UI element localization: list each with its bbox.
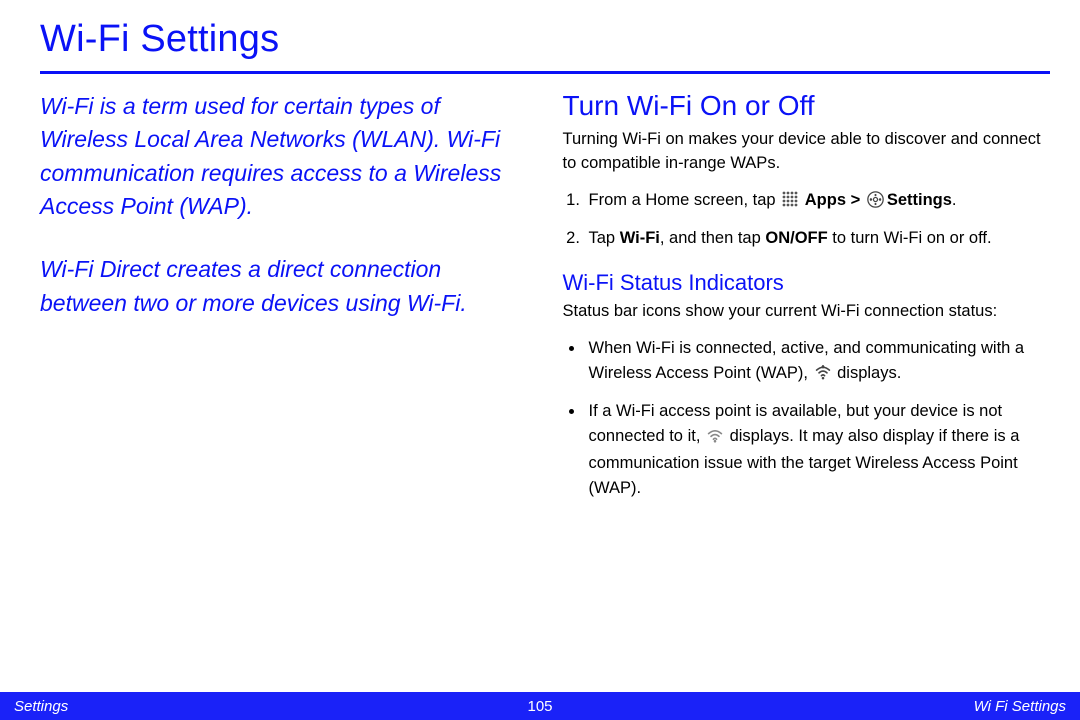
heading-status-indicators: Wi-Fi Status Indicators — [563, 270, 1051, 296]
step1-pre: From a Home screen, tap — [589, 191, 781, 209]
footer-left: Settings — [14, 698, 515, 715]
step-1: From a Home screen, tap Apps > Settings. — [585, 188, 1051, 217]
step1-settings: Settings — [887, 191, 952, 209]
page-container: Wi-Fi Settings Wi-Fi is a term used for … — [0, 0, 1080, 720]
two-column-layout: Wi-Fi is a term used for certain types o… — [40, 90, 1050, 512]
status-lead: Status bar icons show your current Wi-Fi… — [563, 300, 1051, 324]
step1-gt: > — [846, 191, 865, 209]
page-title: Wi-Fi Settings — [40, 18, 1050, 61]
heading-turn-wifi: Turn Wi-Fi On or Off — [563, 90, 1051, 122]
bullet-connected: When Wi-Fi is connected, active, and com… — [585, 336, 1051, 388]
bullet-available: If a Wi-Fi access point is available, bu… — [585, 399, 1051, 500]
step2-wifi: Wi-Fi — [620, 229, 660, 247]
footer-page-number: 105 — [515, 698, 565, 715]
step1-post: . — [952, 191, 957, 209]
step2-pre: Tap — [589, 229, 620, 247]
title-underline — [40, 71, 1050, 74]
apps-grid-icon — [782, 190, 798, 216]
step-2: Tap Wi-Fi, and then tap ON/OFF to turn W… — [585, 226, 1051, 252]
step2-onoff: ON/OFF — [765, 229, 827, 247]
step1-apps: Apps — [805, 191, 846, 209]
right-column: Turn Wi-Fi On or Off Turning Wi-Fi on ma… — [563, 90, 1051, 512]
step2-mid: , and then tap — [660, 229, 766, 247]
intro-paragraph-1: Wi-Fi is a term used for certain types o… — [40, 90, 528, 223]
b1-pre: When Wi-Fi is connected, active, and com… — [589, 339, 1025, 382]
turn-wifi-lead: Turning Wi-Fi on makes your device able … — [563, 128, 1051, 176]
step2-post: to turn Wi-Fi on or off. — [828, 229, 992, 247]
left-column: Wi-Fi is a term used for certain types o… — [40, 90, 528, 512]
status-bullets: When Wi-Fi is connected, active, and com… — [563, 336, 1051, 501]
intro-paragraph-2: Wi-Fi Direct creates a direct connection… — [40, 253, 528, 320]
page-footer: Settings 105 Wi Fi Settings — [0, 692, 1080, 720]
settings-gear-icon — [867, 191, 884, 217]
footer-right: Wi Fi Settings — [565, 698, 1066, 715]
b1-post: displays. — [833, 364, 902, 382]
wifi-connected-icon — [815, 363, 831, 388]
turn-wifi-steps: From a Home screen, tap Apps > Settings.… — [563, 188, 1051, 252]
wifi-available-icon — [707, 426, 723, 451]
